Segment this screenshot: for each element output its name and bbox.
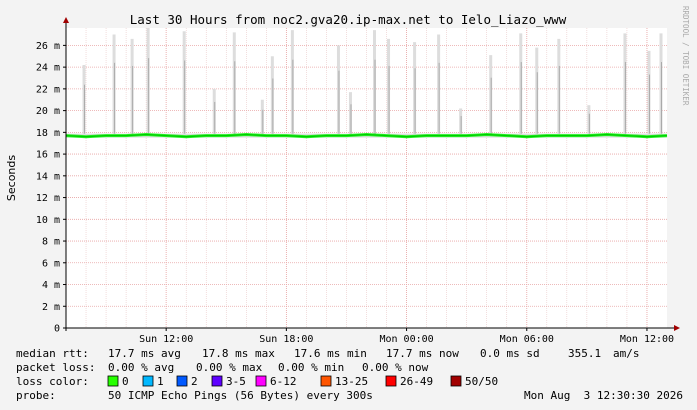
x-axis-arrow: [674, 325, 680, 331]
loss-color-swatch: [142, 375, 154, 387]
y-tick-label: 18 m: [36, 128, 60, 139]
chart-title: Last 30 Hours from noc2.gva20.ip-max.net…: [130, 12, 567, 27]
median-rtt-sd: 0.0 ms sd: [480, 347, 540, 360]
loss-color-swatch: [255, 375, 267, 387]
y-axis-arrow: [63, 17, 69, 23]
smokeping-graph: 0 2 m 4 m 6 m 8 m 10 m 12 m 14 m 16 m 18 m 20 m 22 …: [0, 0, 697, 410]
loss-color-swatch: [211, 375, 223, 387]
loss-color-item-label: 6-12: [270, 375, 297, 388]
x-tick-label: Mon 12:00: [620, 334, 674, 345]
x-tick-label: Sun 18:00: [259, 334, 313, 345]
x-tick-label: Sun 12:00: [139, 334, 193, 345]
loss-color-item-label: 26-49: [400, 375, 433, 388]
y-tick-label: 26 m: [36, 41, 60, 52]
loss-color-item-label: 2: [191, 375, 198, 388]
legend: median rtt: 17.7 ms avg 17.8 ms max 17.6 ms…: [16, 347, 683, 402]
y-tick-label: 22 m: [36, 84, 60, 95]
loss-color-swatch: [176, 375, 188, 387]
plot-area: 0 2 m 4 m 6 m 8 m 10 m 12 m 14 m 16 m 18 m 20 m 22 …: [36, 17, 680, 345]
loss-color-swatch: [385, 375, 397, 387]
y-tick-label: 0: [54, 324, 60, 335]
loss-color-item-label: 50/50: [465, 375, 498, 388]
y-tick-label: 4 m: [42, 280, 60, 291]
packet-loss-max: 0.00 % max: [196, 361, 263, 374]
loss-color-label: loss color:: [16, 375, 89, 388]
loss-color-item-label: 1: [157, 375, 164, 388]
y-tick-label: 6 m: [42, 258, 60, 269]
loss-color-item-label: 0: [122, 375, 129, 388]
median-rtt-max: 17.8 ms max: [202, 347, 275, 360]
y-tick-label: 14 m: [36, 171, 60, 182]
watermark: RRDTOOL / TOBI OETIKER: [681, 6, 690, 106]
packet-loss-label: packet loss:: [16, 361, 95, 374]
packet-loss-now: 0.00 % now: [362, 361, 429, 374]
loss-color-item-label: 3-5: [226, 375, 246, 388]
y-tick-label: 10 m: [36, 215, 60, 226]
packet-loss-avg: 0.00 % avg: [108, 361, 174, 374]
x-tick-label: Mon 00:00: [379, 334, 433, 345]
loss-color-swatch: [320, 375, 332, 387]
loss-color-item-label: 13-25: [335, 375, 368, 388]
loss-color-swatch: [107, 375, 119, 387]
probe-description: 50 ICMP Echo Pings (56 Bytes) every 300s: [108, 389, 373, 402]
y-tick-label: 8 m: [42, 237, 60, 248]
y-tick-label: 24 m: [36, 63, 60, 74]
y-tick-label: 20 m: [36, 106, 60, 117]
median-rtt-avg: 17.7 ms avg: [108, 347, 181, 360]
x-tick-label: Mon 06:00: [500, 334, 554, 345]
packet-loss-min: 0.00 % min: [278, 361, 344, 374]
median-rtt-am-unit: am/s: [613, 347, 640, 360]
median-rtt-am: 355.1: [568, 347, 601, 360]
probe-timestamp: Mon Aug 3 12:30:30 2026: [524, 389, 683, 402]
loss-color-swatch: [450, 375, 462, 387]
y-tick-label: 16 m: [36, 150, 60, 161]
median-rtt-label: median rtt:: [16, 347, 89, 360]
median-rtt-min: 17.6 ms min: [294, 347, 367, 360]
y-tick-label: 2 m: [42, 302, 60, 313]
latency-chart: 0 2 m 4 m 6 m 8 m 10 m 12 m 14 m 16 m 18 m 20 m 22 …: [5, 6, 690, 402]
median-rtt-now: 17.7 ms now: [386, 347, 459, 360]
y-tick-label: 12 m: [36, 193, 60, 204]
y-axis-label: Seconds: [5, 155, 18, 201]
probe-label: probe:: [16, 389, 56, 402]
